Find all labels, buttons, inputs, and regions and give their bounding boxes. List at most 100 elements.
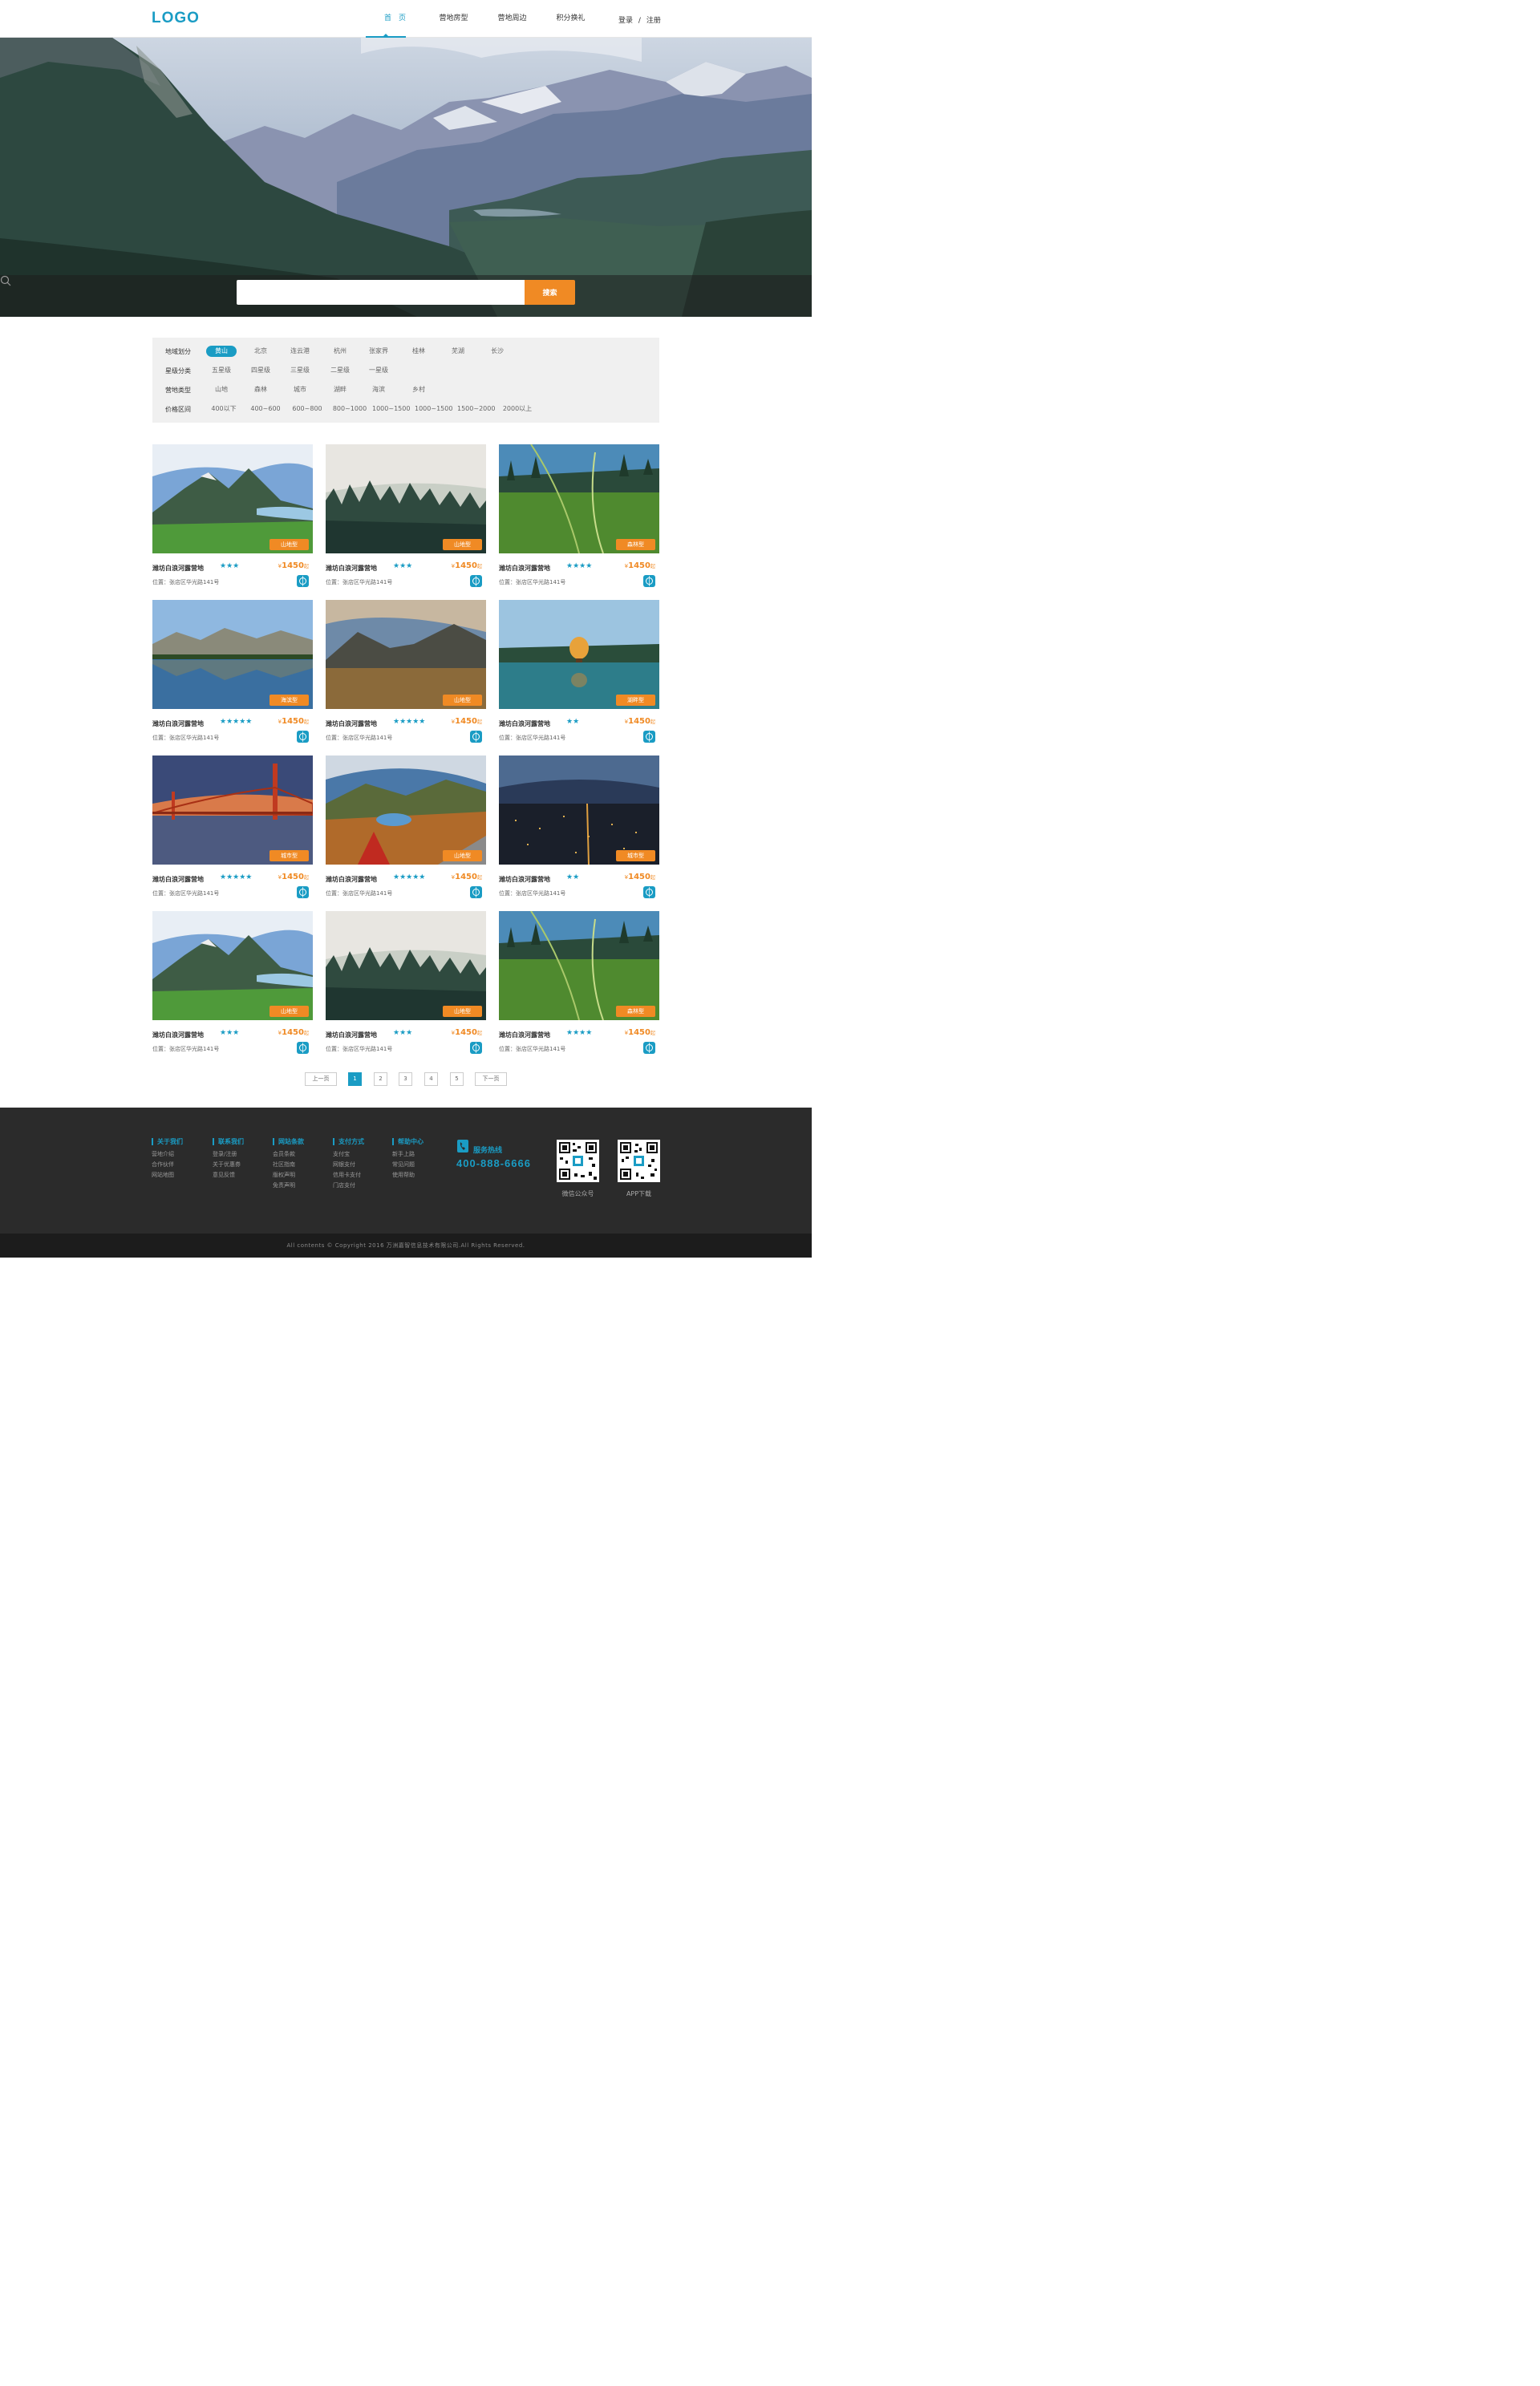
campsite-card[interactable]: 森林型 潍坊白浪河露营地 ★★★★ ¥1450起 位置：张店区华光路141号 <box>499 444 659 589</box>
campsite-card[interactable]: 城市型 潍坊白浪河露营地 ★★ ¥1450起 位置：张店区华光路141号 <box>499 755 659 900</box>
campsite-photo[interactable]: 山地型 <box>152 444 313 553</box>
filter-option[interactable]: 五星级 <box>207 365 236 376</box>
campsite-photo[interactable]: 山地型 <box>326 444 486 553</box>
location-target-icon[interactable] <box>643 731 655 743</box>
filter-option[interactable]: 400以下 <box>209 403 239 415</box>
location-target-icon[interactable] <box>643 575 655 587</box>
footer-link[interactable]: 常见问题 <box>392 1160 424 1170</box>
campsite-title[interactable]: 潍坊白浪河露营地 <box>499 1031 550 1039</box>
footer-link[interactable]: 营地介绍 <box>152 1149 183 1160</box>
campsite-photo[interactable]: 湖畔型 <box>499 600 659 709</box>
campsite-photo[interactable]: 森林型 <box>499 444 659 553</box>
filter-option[interactable]: 桂林 <box>404 346 433 357</box>
register-link[interactable]: 注册 <box>646 17 661 25</box>
campsite-photo[interactable]: 城市型 <box>499 755 659 865</box>
next-page-button[interactable]: 下一页 <box>475 1072 507 1086</box>
location-target-icon[interactable] <box>643 886 655 898</box>
nav-home[interactable]: 首 页 <box>366 0 424 38</box>
location-target-icon[interactable] <box>470 886 482 898</box>
campsite-card[interactable]: 山地型 潍坊白浪河露营地 ★★★ ¥1450起 位置：张店区华光路141号 <box>326 444 486 589</box>
filter-option[interactable]: 北京 <box>246 346 275 357</box>
location-target-icon[interactable] <box>643 1042 655 1054</box>
page-button[interactable]: 4 <box>424 1072 438 1086</box>
filter-option[interactable]: 一星级 <box>364 365 393 376</box>
filter-option[interactable]: 二星级 <box>326 365 355 376</box>
campsite-title[interactable]: 潍坊白浪河露营地 <box>499 719 550 728</box>
campsite-card[interactable]: 海滨型 潍坊白浪河露营地 ★★★★★ ¥1450起 位置：张店区华光路141号 <box>152 600 313 744</box>
campsite-photo[interactable]: 海滨型 <box>152 600 313 709</box>
filter-option[interactable]: 1500~2000 <box>457 403 495 415</box>
campsite-card[interactable]: 山地型 潍坊白浪河露营地 ★★★ ¥1450起 位置：张店区华光路141号 <box>152 444 313 589</box>
campsite-photo[interactable]: 山地型 <box>326 911 486 1020</box>
filter-option[interactable]: 长沙 <box>483 346 512 357</box>
campsite-title[interactable]: 潍坊白浪河露营地 <box>152 1031 204 1039</box>
filter-option[interactable]: 400~600 <box>249 403 282 415</box>
footer-link[interactable]: 网站地图 <box>152 1170 183 1181</box>
campsite-title[interactable]: 潍坊白浪河露营地 <box>326 719 377 728</box>
campsite-card[interactable]: 森林型 潍坊白浪河露营地 ★★★★ ¥1450起 位置：张店区华光路141号 <box>499 911 659 1055</box>
filter-option-selected[interactable]: 黄山 <box>206 346 237 357</box>
filter-option[interactable]: 三星级 <box>286 365 314 376</box>
campsite-card[interactable]: 湖畔型 潍坊白浪河露营地 ★★ ¥1450起 位置：张店区华光路141号 <box>499 600 659 744</box>
campsite-photo[interactable]: 山地型 <box>152 911 313 1020</box>
filter-option[interactable]: 1000~1500 <box>372 403 410 415</box>
campsite-card[interactable]: 山地型 潍坊白浪河露营地 ★★★ ¥1450起 位置：张店区华光路141号 <box>326 911 486 1055</box>
campsite-title[interactable]: 潍坊白浪河露营地 <box>152 564 204 573</box>
campsite-photo[interactable]: 城市型 <box>152 755 313 865</box>
logo[interactable]: LOGO <box>152 10 200 27</box>
location-target-icon[interactable] <box>470 1042 482 1054</box>
campsite-card[interactable]: 城市型 潍坊白浪河露营地 ★★★★★ ¥1450起 位置：张店区华光路141号 <box>152 755 313 900</box>
filter-option[interactable]: 芜湖 <box>444 346 472 357</box>
location-target-icon[interactable] <box>297 1042 309 1054</box>
footer-link[interactable]: 意见反馈 <box>213 1170 244 1181</box>
footer-link[interactable]: 会员条款 <box>273 1149 304 1160</box>
campsite-card[interactable]: 山地型 潍坊白浪河露营地 ★★★★★ ¥1450起 位置：张店区华光路141号 <box>326 755 486 900</box>
location-target-icon[interactable] <box>297 575 309 587</box>
filter-option[interactable]: 海滨 <box>364 384 393 395</box>
footer-link[interactable]: 信用卡支付 <box>333 1170 364 1181</box>
footer-link[interactable]: 支付宝 <box>333 1149 364 1160</box>
campsite-title[interactable]: 潍坊白浪河露营地 <box>326 564 377 573</box>
campsite-title[interactable]: 潍坊白浪河露营地 <box>499 875 550 884</box>
filter-option[interactable]: 四星级 <box>246 365 275 376</box>
page-button[interactable]: 3 <box>399 1072 412 1086</box>
campsite-photo[interactable]: 森林型 <box>499 911 659 1020</box>
login-link[interactable]: 登录 <box>618 17 633 25</box>
filter-option[interactable]: 张家界 <box>364 346 393 357</box>
nav-room-types[interactable]: 营地房型 <box>424 0 483 38</box>
campsite-title[interactable]: 潍坊白浪河露营地 <box>326 1031 377 1039</box>
footer-link[interactable]: 门店支付 <box>333 1181 364 1191</box>
footer-link[interactable]: 合作伙伴 <box>152 1160 183 1170</box>
location-target-icon[interactable] <box>297 731 309 743</box>
nav-points-gifts[interactable]: 积分换礼 <box>541 0 600 38</box>
campsite-card[interactable]: 山地型 潍坊白浪河露营地 ★★★ ¥1450起 位置：张店区华光路141号 <box>152 911 313 1055</box>
filter-option[interactable]: 1000~1500 <box>415 403 452 415</box>
filter-option[interactable]: 森林 <box>246 384 275 395</box>
footer-link[interactable]: 版权声明 <box>273 1170 304 1181</box>
search-button[interactable]: 搜索 <box>525 280 575 305</box>
filter-option[interactable]: 乡村 <box>404 384 433 395</box>
campsite-card[interactable]: 山地型 潍坊白浪河露营地 ★★★★★ ¥1450起 位置：张店区华光路141号 <box>326 600 486 744</box>
filter-option[interactable]: 城市 <box>286 384 314 395</box>
page-button[interactable]: 5 <box>450 1072 464 1086</box>
filter-option[interactable]: 湖畔 <box>326 384 355 395</box>
filter-option[interactable]: 800~1000 <box>330 403 369 415</box>
footer-link[interactable]: 使用帮助 <box>392 1170 424 1181</box>
footer-link[interactable]: 关于优惠券 <box>213 1160 244 1170</box>
location-target-icon[interactable] <box>470 731 482 743</box>
footer-link[interactable]: 免责声明 <box>273 1181 304 1191</box>
filter-option[interactable]: 山地 <box>207 384 236 395</box>
footer-link[interactable]: 社区指南 <box>273 1160 304 1170</box>
filter-option[interactable]: 2000以上 <box>501 403 533 415</box>
campsite-title[interactable]: 潍坊白浪河露营地 <box>152 875 204 884</box>
page-button[interactable]: 2 <box>374 1072 387 1086</box>
campsite-title[interactable]: 潍坊白浪河露营地 <box>326 875 377 884</box>
location-target-icon[interactable] <box>470 575 482 587</box>
filter-option[interactable]: 连云港 <box>286 346 314 357</box>
filter-option[interactable]: 杭州 <box>326 346 355 357</box>
footer-link[interactable]: 新手上路 <box>392 1149 424 1160</box>
filter-option[interactable]: 600~800 <box>290 403 324 415</box>
campsite-title[interactable]: 潍坊白浪河露营地 <box>499 564 550 573</box>
campsite-photo[interactable]: 山地型 <box>326 600 486 709</box>
location-target-icon[interactable] <box>297 886 309 898</box>
